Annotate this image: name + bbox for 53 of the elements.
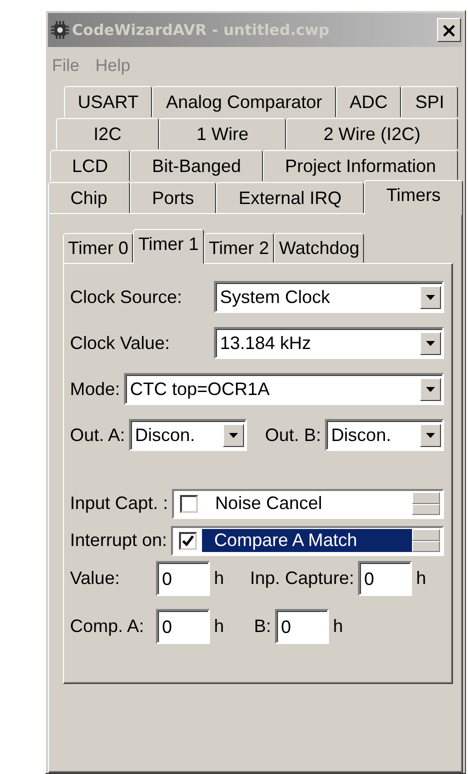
field-label: Mode: [70, 378, 122, 400]
tab[interactable]: Project Information [262, 150, 458, 181]
tab[interactable]: Bit-Banged [130, 150, 263, 181]
tab[interactable]: LCD [50, 150, 130, 181]
check-list[interactable]: Noise Cancel [172, 488, 444, 518]
checkbox[interactable] [179, 532, 198, 550]
list-option[interactable]: Noise Cancel [203, 492, 412, 515]
tab[interactable]: External IRQ [216, 182, 364, 213]
spin-buttons[interactable] [412, 529, 440, 552]
field-label: Out. B: [265, 424, 322, 446]
dropdown[interactable]: 13.184 kHz [214, 327, 444, 359]
input-field[interactable]: 0 [156, 561, 210, 596]
checkbox[interactable] [180, 494, 198, 512]
dropdown[interactable]: Discon. [129, 419, 248, 451]
field-label: Clock Source: [70, 286, 184, 308]
input-field[interactable]: 0 [156, 609, 210, 644]
field-label: B: [254, 616, 272, 637]
unit-label: h [415, 568, 428, 589]
tab[interactable]: Analog Comparator [152, 86, 336, 117]
tab[interactable]: Timers [364, 180, 463, 215]
field-label: Input Capt. : [70, 493, 170, 514]
field-label: Clock Value: [70, 332, 171, 354]
tab[interactable]: Chip [48, 182, 130, 213]
tab[interactable]: Timer 0 [63, 233, 134, 263]
dropdown[interactable]: System Clock [214, 281, 444, 313]
field-label: Value: [70, 568, 121, 589]
input-field[interactable]: 0 [275, 609, 330, 644]
check-list[interactable]: Compare A Match [171, 526, 444, 556]
field-label: Comp. A: [70, 616, 146, 637]
tab[interactable]: ADC [336, 86, 402, 117]
field-label: Inp. Capture: [250, 568, 356, 589]
tab[interactable]: 1 Wire [159, 118, 286, 149]
tab[interactable]: Timer 1 [133, 229, 204, 264]
chip-icon [50, 20, 70, 40]
input-field[interactable]: 0 [358, 561, 412, 596]
tab[interactable]: I2C [56, 118, 159, 149]
tab[interactable]: Watchdog [274, 233, 364, 263]
window-title: CodeWizardAVR - untitled.cwp [72, 21, 330, 39]
close-button[interactable]: × [437, 18, 461, 42]
tab[interactable]: Ports [130, 182, 216, 213]
field-label: Interrupt on: [70, 530, 168, 551]
tab[interactable]: USART [64, 86, 152, 117]
list-option[interactable]: Compare A Match [202, 529, 412, 552]
field-label: Out. A: [70, 424, 126, 446]
tab[interactable]: 2 Wire (I2C) [286, 118, 458, 149]
unit-label: h [213, 568, 226, 589]
tab[interactable]: Timer 2 [204, 233, 274, 263]
unit-label: h [332, 616, 344, 637]
tab[interactable]: SPI [401, 86, 458, 117]
dropdown[interactable]: CTC top=OCR1A [124, 373, 444, 405]
spin-buttons[interactable] [412, 492, 440, 515]
dropdown[interactable]: Discon. [325, 419, 444, 451]
unit-label: h [213, 616, 226, 637]
